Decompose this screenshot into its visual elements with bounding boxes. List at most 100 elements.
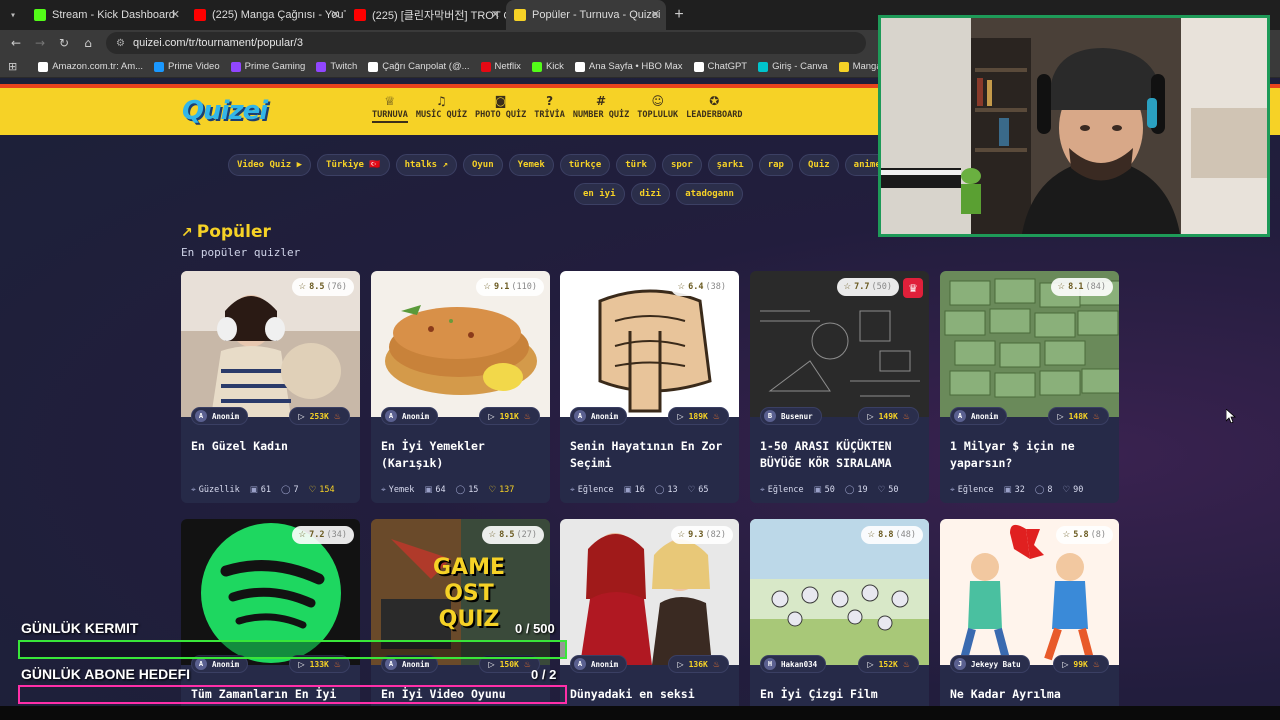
quiz-card[interactable]: ☆ 7.2 (34) A Anonim ▷ 133K ♨ Tüm Zamanların En İ… xyxy=(181,519,360,706)
star-icon: ☆ xyxy=(483,282,492,292)
forward-button[interactable]: → xyxy=(28,36,52,50)
webcam-overlay xyxy=(878,15,1270,237)
author-chip[interactable]: A Anonim xyxy=(570,655,628,673)
quiz-card[interactable]: ♛ ☆ 7.7 (50) B Busenur ▷ 149K ♨ 1-50 ARASI KÜÇÜKT… xyxy=(750,271,929,503)
tag-chip[interactable]: atadogann xyxy=(676,183,743,205)
quiz-card[interactable]: ☆ 8.5 (76) A Anonim ▷ 253K ♨ En Güzel Kadın ⌖ Güze… xyxy=(181,271,360,503)
quiz-title[interactable]: En İyi Çizgi Film xyxy=(760,686,922,703)
quiz-title[interactable]: Ne Kadar Ayrılma xyxy=(950,686,1112,703)
back-button[interactable]: ← xyxy=(4,36,28,50)
bookmark-item[interactable]: Giriş - Canva xyxy=(758,61,828,72)
bookmark-icon xyxy=(368,61,379,72)
quiz-meta: ⌖ Eğlence ▣ 50 ◯ 19 ♡ 50 xyxy=(760,485,909,495)
bookmark-item[interactable]: Prime Video xyxy=(154,61,220,72)
bookmark-item[interactable]: Kick xyxy=(531,61,564,72)
quiz-card[interactable]: ☆ 8.1 (84) A Anonim ▷ 148K ♨ 1 Milyar $ için ne … xyxy=(940,271,1119,503)
browser-tab[interactable]: Popüler - Turnuva - Quizei ✕ xyxy=(506,0,666,30)
goal-subs-bar xyxy=(18,685,567,704)
author-chip[interactable]: B Busenur xyxy=(760,407,822,425)
rating-count: (110) xyxy=(511,282,537,292)
quiz-title[interactable]: 1-50 ARASI KÜÇÜKTEN BÜYÜĞE KÖR SIRALAMA xyxy=(760,438,922,472)
tag-chip[interactable]: Türkiye 🇹🇷 xyxy=(317,154,390,176)
author-chip[interactable]: A Anonim xyxy=(570,407,628,425)
rating-count: (76) xyxy=(326,282,347,292)
author-chip[interactable]: J Jekeyy Batu xyxy=(950,655,1030,673)
close-icon[interactable]: ✕ xyxy=(651,8,660,21)
heart-icon[interactable]: ♡ xyxy=(688,485,696,495)
heart-icon[interactable]: ♡ xyxy=(878,485,886,495)
tag-chip[interactable]: Oyun xyxy=(462,154,503,176)
nav-item-1[interactable]: ♫ MUSİC QUİZ xyxy=(416,92,467,123)
quiz-title[interactable]: Senin Hayatının En Zor Seçimi xyxy=(570,438,732,472)
tag-chip[interactable]: dizi xyxy=(630,183,671,205)
quiz-title[interactable]: 1 Milyar $ için ne yaparsın? xyxy=(950,438,1112,472)
rating-count: (50) xyxy=(871,282,892,292)
rating-badge: ☆ 7.7 (50) xyxy=(836,278,899,296)
tag-chip[interactable]: en iyi xyxy=(574,183,625,205)
tag-chip[interactable]: Video Quiz ▶ xyxy=(228,154,312,176)
quiz-card[interactable]: ☆ 6.4 (38) A Anonim ▷ 189K ♨ Senin Hayatının En … xyxy=(560,271,739,503)
nav-item-6[interactable]: ✪ LEADERBOARD xyxy=(686,92,742,123)
author-chip[interactable]: A Anonim xyxy=(381,407,439,425)
nav-item-5[interactable]: ☺ TOPLULUK xyxy=(637,92,678,123)
home-button[interactable]: ⌂ xyxy=(76,36,100,50)
rating-value: 9.1 xyxy=(494,282,510,292)
quiz-card[interactable]: GAME OST QUIZ ☆ 8.5 (27) A Anonim ▷ 150K ♨ En İyi… xyxy=(371,519,550,706)
site-info-icon[interactable]: ⚙ xyxy=(116,38,125,49)
quiz-card[interactable]: ☆ 9.1 (110) A Anonim ▷ 191K ♨ En İyi Yemekler (K… xyxy=(371,271,550,503)
bookmark-item[interactable]: Amazon.com.tr: Am... xyxy=(38,61,143,72)
bookmark-item[interactable]: Prime Gaming xyxy=(230,61,305,72)
quiz-card[interactable]: ☆ 9.3 (82) A Anonim ▷ 136K ♨ Dünyadaki en seksi xyxy=(560,519,739,706)
comments-count: 19 xyxy=(857,485,868,495)
new-tab-button[interactable]: + xyxy=(666,6,692,24)
reload-button[interactable]: ↻ xyxy=(52,36,76,50)
bookmark-item[interactable]: Ana Sayfa • HBO Max xyxy=(574,61,683,72)
quiz-card[interactable]: ☆ 5.8 (8) J Jekeyy Batu ▷ 99K ♨ Ne Kadar Ayrılma xyxy=(940,519,1119,706)
tag-chip[interactable]: şarkı xyxy=(707,154,753,176)
browser-tab[interactable]: (225) Manga Çağnısı - YouTube✕ xyxy=(186,0,346,30)
hash-icon: # xyxy=(596,94,607,108)
browser-tab[interactable]: Stream - Kick Dashboard ✕ xyxy=(26,0,186,30)
star-icon: ☆ xyxy=(298,530,307,540)
fire-icon: ♨ xyxy=(902,411,910,421)
author-chip[interactable]: A Anonim xyxy=(950,407,1008,425)
close-icon[interactable]: ✕ xyxy=(491,8,500,21)
close-icon[interactable]: ✕ xyxy=(331,8,340,21)
quiz-title[interactable]: Dünyadaki en seksi xyxy=(570,686,732,703)
nav-item-4[interactable]: # NUMBER QUİZ xyxy=(573,92,629,123)
tag-chip[interactable]: türkçe xyxy=(559,154,611,176)
tag-chip[interactable]: Quiz xyxy=(798,154,839,176)
author-name: Anonim xyxy=(971,411,999,421)
close-icon[interactable]: ✕ xyxy=(171,8,180,21)
bookmark-item[interactable]: Netflix xyxy=(480,61,521,72)
tab-search-icon[interactable]: ▾ xyxy=(0,0,26,30)
tag-chip[interactable]: türk xyxy=(616,154,656,176)
bookmark-label: Kick xyxy=(545,61,564,72)
heart-icon[interactable]: ♡ xyxy=(1063,485,1071,495)
author-chip[interactable]: A Anonim xyxy=(191,407,249,425)
youtube-icon xyxy=(354,9,366,21)
bookmark-item[interactable]: ChatGPT xyxy=(693,61,747,72)
users-icon: ☺ xyxy=(651,94,664,108)
tag-chip[interactable]: htalks ↗ xyxy=(395,154,457,176)
apps-icon[interactable]: ⊞ xyxy=(8,60,27,73)
bookmark-item[interactable]: Çağrı Canpolat (@... xyxy=(368,61,470,72)
tag-chip[interactable]: Yemek xyxy=(508,154,554,176)
heart-icon[interactable]: ♡ xyxy=(488,485,496,495)
bookmark-item[interactable]: Twitch xyxy=(316,61,357,72)
url-field[interactable]: ⚙ quizei.com/tr/tournament/popular/3 xyxy=(106,32,866,54)
items-count: 64 xyxy=(435,485,446,495)
nav-item-0[interactable]: ♕ TURNUVA xyxy=(372,92,408,123)
nav-item-3[interactable]: ? TRİVİA xyxy=(534,92,565,123)
quiz-title[interactable]: En Güzel Kadın xyxy=(191,438,353,455)
author-chip[interactable]: H Hakan034 xyxy=(760,655,827,673)
tag-chip[interactable]: rap xyxy=(758,154,793,176)
site-logo[interactable]: Quizei xyxy=(182,96,268,126)
quiz-card[interactable]: ☆ 8.8 (48) H Hakan034 ▷ 152K ♨ En İyi Çizgi Film xyxy=(750,519,929,706)
browser-tab[interactable]: (225) [클린자막버전] TROT GIRL✕ xyxy=(346,0,506,30)
rating-badge: ☆ 9.1 (110) xyxy=(476,278,544,296)
nav-item-2[interactable]: ◙ PHOTO QUİZ xyxy=(475,92,526,123)
tag-chip[interactable]: spor xyxy=(661,154,702,176)
heart-icon[interactable]: ♡ xyxy=(309,485,317,495)
quiz-title[interactable]: En İyi Yemekler (Karışık) xyxy=(381,438,543,472)
